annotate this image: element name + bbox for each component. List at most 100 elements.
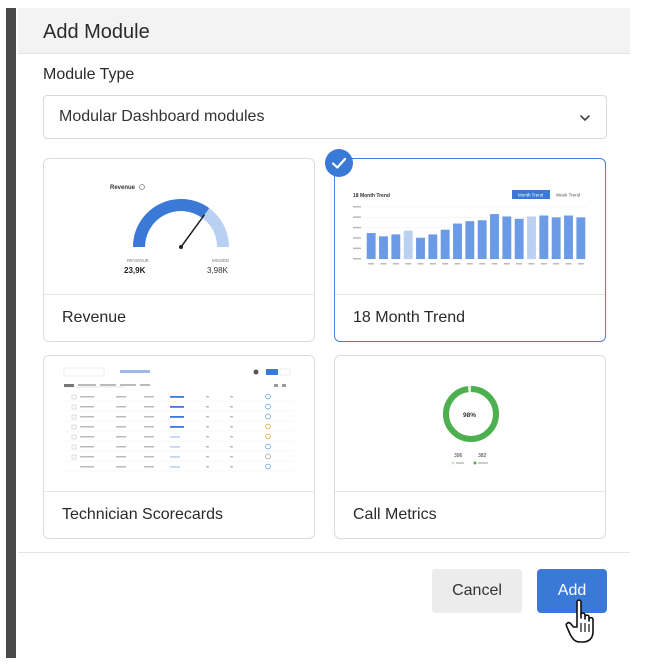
scorecard-row-checkbox — [71, 444, 77, 450]
cancel-button[interactable]: Cancel — [432, 569, 522, 613]
scorecard-cell — [116, 406, 126, 408]
card-label-technician-scorecards: Technician Scorecards — [62, 506, 223, 523]
trend-bar — [564, 215, 573, 259]
scorecard-row-checkbox — [71, 414, 77, 420]
trend-preview: 18 Month Trend Month Trend Week Trend — [335, 159, 605, 295]
scorecard-cell — [144, 446, 154, 448]
module-type-select[interactable]: Modular Dashboard modules — [43, 95, 607, 139]
dialog-title: Add Module — [43, 21, 150, 43]
trend-bar — [379, 236, 388, 259]
call-metrics-left-value: 396 — [454, 453, 463, 459]
scorecard-bar — [170, 416, 184, 418]
page: Add Module Module Type Modular Dashboard… — [0, 0, 672, 667]
trend-bar — [527, 216, 536, 259]
scorecard-face-icon — [265, 453, 271, 460]
trend-x-tick — [429, 263, 436, 265]
revenue-preview-title: Revenue — [110, 185, 136, 191]
scorecard-bar — [170, 456, 180, 458]
module-type-value: Modular Dashboard modules — [59, 108, 265, 125]
month-trend-toggle-label: Month Trend — [518, 193, 544, 198]
trend-bar — [514, 218, 524, 259]
revenue-preview: Revenue REVENUE 23,9K MISSED 3,98K — [44, 159, 314, 295]
trend-bar — [477, 220, 487, 259]
dialog-header: Add Module — [18, 8, 630, 54]
scorecard-cell — [116, 466, 126, 468]
trend-bar — [366, 233, 376, 259]
call-metrics-ring-preview: 98% 396 382 — [443, 386, 499, 465]
trend-chart-preview: 18 Month Trend Month Trend Week Trend — [353, 190, 587, 265]
scorecard-cell — [230, 426, 233, 428]
scorecard-face-icon — [265, 413, 271, 420]
trend-x-tick — [540, 263, 547, 265]
scorecard-face-icon — [265, 403, 271, 410]
trend-x-tick — [503, 263, 510, 265]
module-type-label: Module Type — [43, 66, 135, 83]
trend-x-tick — [442, 263, 449, 265]
trend-x-tick — [491, 263, 498, 265]
scorecard-face-icon — [265, 393, 271, 400]
call-metrics-preview: 98% 396 382 — [335, 356, 605, 492]
scorecard-bar — [170, 396, 184, 398]
trend-bar — [453, 223, 462, 259]
scorecard-cell — [206, 406, 209, 408]
scorecard-cell — [230, 406, 233, 408]
trend-bar — [416, 237, 425, 259]
trend-x-tick — [454, 263, 461, 265]
scorecard-face-icon — [265, 423, 271, 430]
hand-pointer-cursor-icon — [565, 599, 594, 643]
trend-preview-title: 18 Month Trend — [353, 193, 390, 199]
scorecard-cell — [230, 436, 233, 438]
module-card-revenue[interactable]: Revenue REVENUE 23,9K MISSED 3,98K Reven… — [43, 158, 315, 342]
scorecard-bar — [170, 466, 180, 468]
check-icon — [331, 157, 347, 169]
trend-x-tick — [417, 263, 424, 265]
card-label-revenue: Revenue — [62, 309, 127, 326]
revenue-right-caption: MISSED — [212, 258, 230, 263]
scorecard-face-icon — [265, 433, 271, 440]
module-card-call-metrics[interactable]: 98% 396 382 Call Metrics — [334, 355, 606, 539]
background-strip — [0, 0, 18, 667]
trend-y-tick — [353, 247, 361, 250]
scorecard-bar — [170, 446, 180, 448]
scorecard-cell — [144, 416, 154, 418]
scorecard-face-icon — [265, 443, 271, 450]
background-panel — [6, 8, 16, 658]
trend-x-tick — [368, 263, 375, 265]
revenue-gauge-needle — [180, 214, 206, 248]
scorecard-face-icon — [265, 463, 271, 470]
trend-bar — [428, 234, 438, 259]
trend-y-tick — [353, 216, 361, 218]
trend-bar — [440, 229, 450, 259]
trend-bar — [403, 230, 413, 259]
card-label-18-month-trend: 18 Month Trend — [353, 309, 466, 326]
scorecards-preview — [44, 356, 314, 492]
scorecard-cell — [116, 426, 126, 428]
trend-y-tick — [353, 206, 361, 208]
revenue-gauge-preview: Revenue REVENUE 23,9K MISSED 3,98K — [110, 184, 230, 275]
trend-y-tick — [353, 258, 361, 260]
call-metrics-right-value: 382 — [478, 453, 487, 459]
card-label-call-metrics: Call Metrics — [353, 506, 437, 523]
trend-x-tick — [479, 263, 486, 265]
module-card-technician-scorecards[interactable]: Technician Scorecards — [43, 355, 315, 539]
scorecard-cell — [206, 426, 209, 428]
scorecard-cell — [144, 406, 154, 408]
scorecard-cell — [80, 426, 94, 428]
scorecards-table-preview — [63, 367, 294, 472]
trend-x-tick — [405, 263, 412, 265]
scorecard-cell — [144, 436, 154, 438]
trend-x-tick — [553, 263, 560, 265]
scorecard-bar — [170, 406, 184, 408]
scorecard-row-checkbox — [71, 404, 77, 410]
trend-bar — [465, 221, 475, 259]
trend-bar — [490, 214, 499, 259]
scorecard-cell — [230, 396, 233, 398]
footer-divider — [18, 552, 630, 553]
scorecard-cell — [116, 446, 126, 448]
add-module-dialog: Add Module Module Type Modular Dashboard… — [18, 8, 630, 656]
module-card-18-month-trend[interactable]: 18 Month Trend Month Trend Week Trend 18… — [325, 149, 606, 342]
scorecard-cell — [80, 446, 94, 448]
revenue-right-value: 3,98K — [207, 266, 229, 275]
scorecard-cell — [116, 436, 126, 438]
scorecard-cell — [80, 406, 94, 408]
